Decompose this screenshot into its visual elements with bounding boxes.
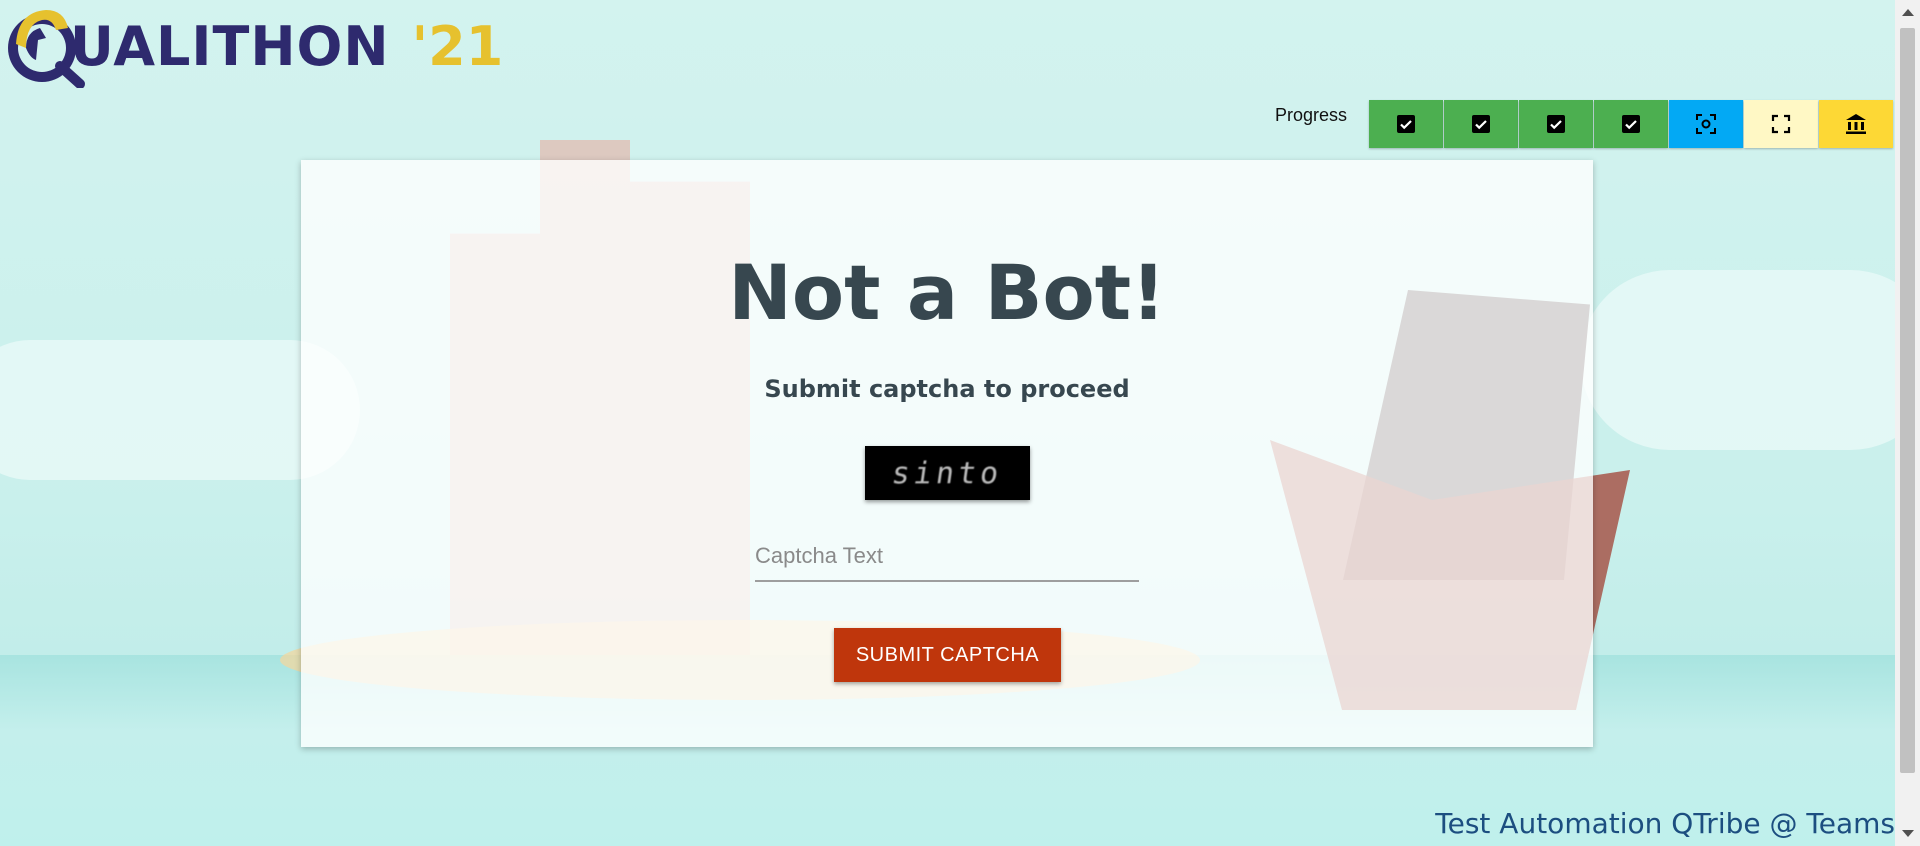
fullscreen-icon [1771, 114, 1791, 134]
cloud [1580, 270, 1920, 450]
progress-label: Progress [1275, 105, 1348, 125]
captcha-image: sinto [865, 446, 1030, 500]
logo-year: '21 [411, 14, 504, 78]
progress-step-7[interactable] [1819, 100, 1893, 148]
progress-step-6[interactable] [1744, 100, 1818, 148]
progress-step-2[interactable] [1444, 100, 1518, 148]
bank-icon [1846, 114, 1866, 134]
scrollbar-thumb[interactable] [1900, 28, 1915, 773]
checkbox-icon [1547, 115, 1565, 133]
screen-capture-icon [1696, 114, 1716, 134]
submit-captcha-button[interactable]: SUBMIT CAPTCHA [834, 628, 1061, 682]
checkbox-icon [1622, 115, 1640, 133]
scroll-up-arrow-icon[interactable] [1902, 9, 1914, 16]
progress-bar [1369, 100, 1894, 148]
captcha-card: Not a Bot! Submit captcha to proceed sin… [301, 160, 1593, 747]
progress-step-1[interactable] [1369, 100, 1443, 148]
captcha-image-text: sinto [889, 455, 1006, 491]
checkbox-icon [1397, 115, 1415, 133]
scroll-down-arrow-icon[interactable] [1902, 830, 1914, 837]
vertical-scrollbar[interactable] [1895, 0, 1920, 846]
checkbox-icon [1472, 115, 1490, 133]
progress-step-3[interactable] [1519, 100, 1593, 148]
captcha-text-input[interactable] [755, 532, 1139, 582]
page-title: Not a Bot! [728, 248, 1166, 337]
page-subtitle: Submit captcha to proceed [764, 375, 1130, 403]
qualithon-logo: UALITHON '21 [2, 4, 504, 89]
logo-text: UALITHON [70, 14, 390, 78]
spartan-helmet-icon [2, 4, 86, 89]
progress-step-4[interactable] [1594, 100, 1668, 148]
footer-text: Test Automation QTribe @ Teams [1435, 807, 1895, 840]
progress-step-5[interactable] [1669, 100, 1743, 148]
